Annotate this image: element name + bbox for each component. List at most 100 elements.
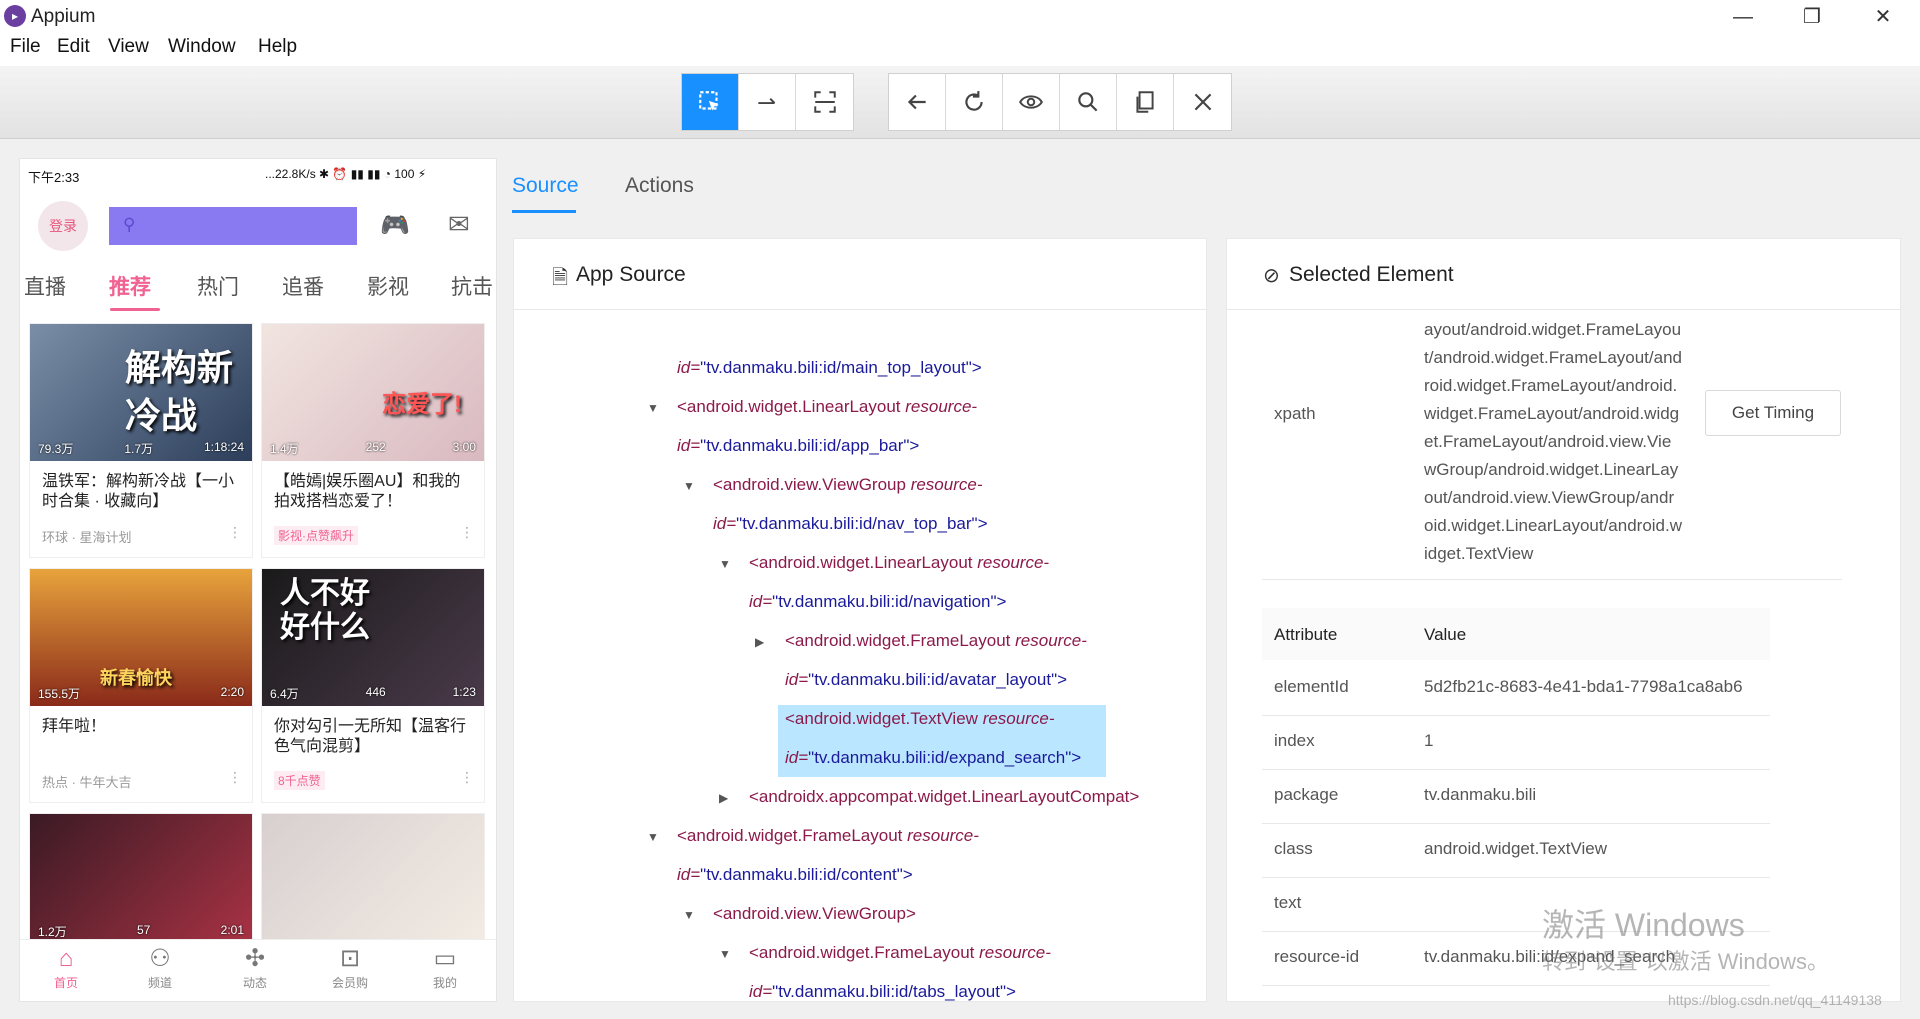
row-divider — [1262, 715, 1770, 716]
nav-home[interactable]: ⌂ 首页 — [26, 944, 106, 991]
divider — [1262, 579, 1842, 580]
quit-session-button[interactable] — [1174, 74, 1231, 130]
back-button[interactable] — [889, 74, 946, 130]
maximize-button[interactable]: ❐ — [1777, 0, 1847, 34]
nav-label: 我的 — [432, 976, 457, 990]
menu-file[interactable]: File — [10, 36, 41, 58]
caret-down-icon[interactable]: ▼ — [719, 947, 731, 961]
game-controller-icon[interactable]: 🎮 — [380, 211, 410, 240]
search-icon — [1078, 92, 1098, 112]
duration: 1:23 — [452, 685, 476, 699]
tree-node-line[interactable]: id="tv.danmaku.bili:id/tabs_layout"> — [749, 982, 1016, 1002]
expand-search-bar[interactable]: ⚲ — [109, 207, 357, 245]
tab-actions[interactable]: Actions — [625, 174, 694, 198]
node-attr-value: "tv.danmaku.bili:id/content"> — [700, 865, 913, 884]
tree-node-line[interactable]: id="tv.danmaku.bili:id/nav_top_bar"> — [713, 514, 988, 534]
selected-element-title: Selected Element — [1289, 263, 1454, 286]
video-title: 你对勾引一无所知【温客行色气向混剪】 — [274, 718, 467, 755]
caret-right-icon[interactable]: ▶ — [719, 791, 728, 805]
phone-tab-anime[interactable]: 追番 — [282, 271, 324, 301]
title-bar: ▸ Appium — ❐ ✕ — [0, 0, 1920, 34]
caret-right-icon[interactable]: ▶ — [755, 635, 764, 649]
video-meta: 79.3万 1.7万 1:18:24 — [38, 440, 244, 457]
video-card[interactable]: 新春愉快 155.5万 2:20 拜年啦！ 热点 · 牛年大吉 ⋮ — [30, 569, 252, 802]
tree-node-line[interactable]: ▶ <android.widget.FrameLayout resource- — [755, 631, 1087, 651]
node-tag: <android.widget.LinearLayout — [749, 553, 973, 572]
show-boundaries-button[interactable] — [1003, 74, 1060, 130]
tree-node-line[interactable]: ▼ <android.widget.LinearLayout resource- — [719, 553, 1049, 573]
phone-tab-hot[interactable]: 热门 — [197, 271, 239, 301]
tree-node-line[interactable]: ▼ <android.widget.LinearLayout resource- — [647, 397, 977, 417]
phone-tab-fight[interactable]: 抗击 — [451, 271, 493, 301]
caret-down-icon[interactable]: ▼ — [683, 908, 695, 922]
quit-icon — [1194, 93, 1211, 111]
node-attr: id= — [677, 865, 701, 884]
more-options-icon[interactable]: ⋮ — [460, 524, 474, 541]
video-card[interactable]: 恋爱了! 1.4万 252 3:00 【皓嫣|娱乐圈AU】和我的拍戏搭档恋爱了！… — [262, 324, 484, 557]
phone-tab-recommend[interactable]: 推荐 — [109, 271, 151, 301]
video-badge: 8千点赞 — [274, 771, 325, 790]
tree-node-line[interactable]: ▼ <android.widget.FrameLayout resource- — [647, 826, 979, 846]
status-icons: ...22.8K/s ✱ ⏰ ▮▮ ▮▮ ◔ 100 ⚡ — [265, 167, 427, 181]
mode-button-group — [681, 73, 854, 131]
tree-node-line[interactable]: id="tv.danmaku.bili:id/app_bar"> — [677, 436, 919, 456]
node-attr-value: "tv.danmaku.bili:id/expand_search"> — [808, 748, 1082, 767]
tree-node-line[interactable]: ▼ <android.widget.FrameLayout resource- — [719, 943, 1051, 963]
attribute-value: 1 — [1424, 731, 1434, 750]
tab-source[interactable]: Source — [512, 174, 579, 198]
more-options-icon[interactable]: ⋮ — [228, 769, 242, 786]
minimize-button[interactable]: — — [1708, 0, 1778, 34]
refresh-button[interactable] — [946, 74, 1003, 130]
attribute-name: index — [1274, 731, 1315, 750]
tree-node-line[interactable]: id="tv.danmaku.bili:id/avatar_layout"> — [785, 670, 1067, 690]
danmaku-count: 252 — [365, 440, 386, 454]
nav-dynamic[interactable]: ✣ 动态 — [215, 944, 295, 991]
video-card[interactable]: 人不好 好什么 6.4万 446 1:23 你对勾引一无所知【温客行色气向混剪】… — [262, 569, 484, 802]
attribute-value: 5d2fb21c-8683-4e41-bda1-7798a1ca8ab6 — [1424, 677, 1743, 696]
video-card[interactable]: 解构新冷战 79.3万 1.7万 1:18:24 温铁军：解构新冷战【一小时合集… — [30, 324, 252, 557]
mail-icon[interactable]: ✉ — [448, 209, 470, 240]
video-card[interactable] — [262, 814, 484, 944]
nav-channel[interactable]: ⚇ 频道 — [120, 944, 200, 991]
copy-xml-button[interactable] — [1117, 74, 1174, 130]
nav-mine[interactable]: ▭ 我的 — [405, 944, 485, 991]
caret-down-icon[interactable]: ▼ — [647, 401, 659, 415]
tree-node-line[interactable]: id="tv.danmaku.bili:id/content"> — [677, 865, 913, 885]
node-attr-value: "tv.danmaku.bili:id/avatar_layout"> — [808, 670, 1068, 689]
phone-tab-live[interactable]: 直播 — [24, 271, 66, 301]
tree-node-line[interactable]: id="tv.danmaku.bili:id/expand_search"> — [785, 748, 1081, 768]
tree-node-line[interactable]: <android.widget.TextView resource- — [785, 709, 1055, 729]
tap-coordinates-button[interactable] — [796, 74, 853, 130]
attribute-table-header: Attribute Value — [1262, 608, 1770, 660]
phone-tab-film[interactable]: 影视 — [367, 271, 409, 301]
login-avatar[interactable]: 登录 — [38, 201, 88, 251]
tree-node-line[interactable]: id="tv.danmaku.bili:id/navigation"> — [749, 592, 1006, 612]
more-options-icon[interactable]: ⋮ — [460, 769, 474, 786]
close-window-button[interactable]: ✕ — [1848, 0, 1918, 34]
tree-node-line[interactable]: ▼ <android.view.ViewGroup resource- — [683, 475, 983, 495]
window-title: Appium — [31, 6, 96, 27]
menu-window[interactable]: Window — [168, 36, 236, 58]
tree-node-line[interactable]: ▶ <androidx.appcompat.widget.LinearLayout… — [719, 787, 1139, 807]
menu-help[interactable]: Help — [258, 36, 297, 58]
caret-down-icon[interactable]: ▼ — [683, 479, 695, 493]
more-options-icon[interactable]: ⋮ — [228, 524, 242, 541]
nav-shop[interactable]: ⊡ 会员购 — [310, 944, 390, 991]
menu-edit[interactable]: Edit — [57, 36, 90, 58]
nav-label: 会员购 — [331, 976, 368, 990]
swipe-button[interactable] — [739, 74, 796, 130]
caret-down-icon[interactable]: ▼ — [719, 557, 731, 571]
select-element-button[interactable] — [682, 74, 739, 130]
node-attr: id= — [785, 748, 809, 767]
device-screenshot[interactable]: 下午2:33 ...22.8K/s ✱ ⏰ ▮▮ ▮▮ ◔ 100 ⚡ 登录 ⚲… — [19, 158, 497, 1002]
views-count: 155.5万 — [38, 687, 81, 701]
get-timing-button[interactable]: Get Timing — [1705, 390, 1841, 436]
back-icon — [907, 94, 926, 110]
video-card[interactable]: 1.2万 57 2:01 — [30, 814, 252, 944]
menu-view[interactable]: View — [108, 36, 149, 58]
caret-down-icon[interactable]: ▼ — [647, 830, 659, 844]
search-element-button[interactable] — [1060, 74, 1117, 130]
node-attr: id= — [677, 436, 701, 455]
tree-node-line[interactable]: ▼ <android.view.ViewGroup> — [683, 904, 916, 924]
tree-node-line[interactable]: id="tv.danmaku.bili:id/main_top_layout"> — [677, 358, 982, 378]
